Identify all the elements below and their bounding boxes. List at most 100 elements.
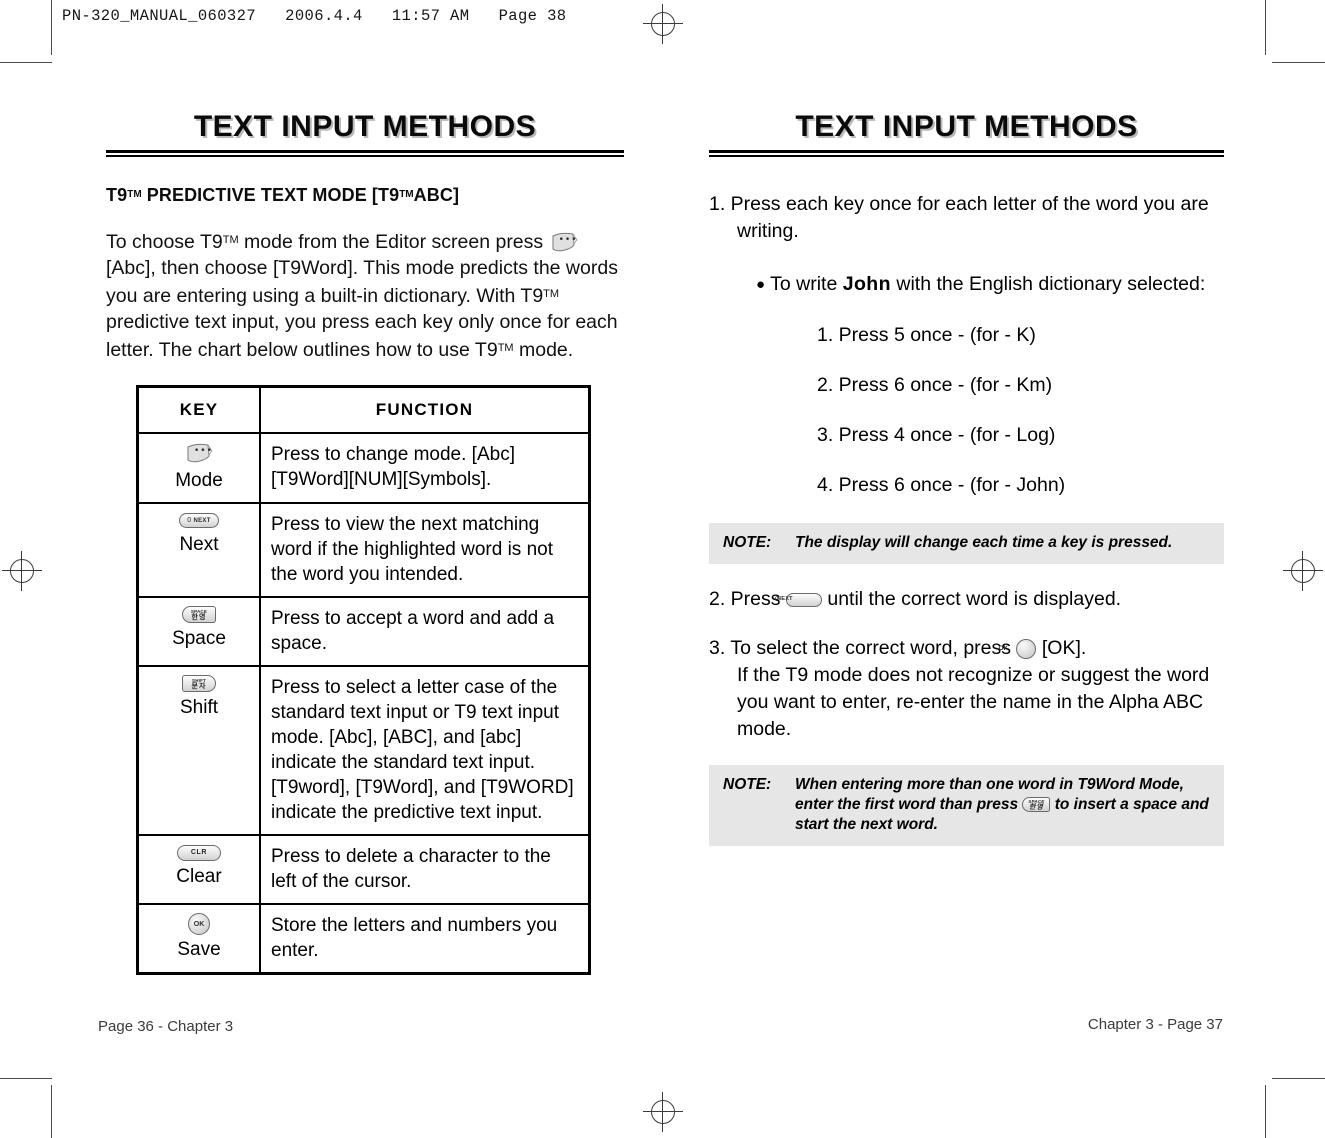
footer-right: Chapter 3 - Page 37 [1087, 1016, 1223, 1033]
crop-mark-right-vertical [1265, 0, 1266, 55]
clear-key-icon: CLR [177, 844, 221, 861]
trademark-mark: TM [497, 342, 514, 354]
space-key-main: 한영 [1028, 804, 1044, 812]
note-label: NOTE: [723, 776, 772, 793]
table-header-row: KEY FUNCTION [136, 385, 591, 434]
section-subhead: T9TM PREDICTIVE TEXT MODE [T9TMABC] [106, 185, 624, 206]
trademark-mark: TM [127, 189, 142, 200]
crop-mark-bottom-right-horizontal [1272, 1078, 1325, 1079]
registration-mark-right [1283, 551, 1323, 591]
ok-key-icon: OK [998, 638, 1037, 659]
function-cell: Store the letters and numbers you enter. [259, 903, 591, 975]
next-key-icon: 0 NEXT [775, 592, 822, 607]
crop-mark-right-horizontal [1272, 62, 1325, 63]
intro-s1: To choose T9 [106, 231, 223, 253]
function-cell: Press to change mode. [Abc][T9Word][NUM]… [259, 432, 591, 504]
sub-step-2: 2. Press 6 once - (for - Km) [817, 374, 1053, 396]
next-key-zero: 0 [187, 517, 192, 525]
table-row: SPACE 한영 Space Press to accept a word and… [136, 596, 591, 667]
mode-key-icon: ••• [549, 231, 579, 255]
manual-page-spread: PN-320_MANUAL_060327 2006.4.4 11:57 AM P… [0, 0, 1325, 1138]
sub-step-4: 4. Press 6 once - (for - John) [817, 474, 1066, 496]
trademark-mark: TM [399, 189, 414, 200]
bullet-dot: ● [756, 276, 766, 293]
function-cell: Press to delete a character to the left … [259, 834, 591, 905]
right-page-column: TEXT INPUT METHODS 1. Press each key onc… [709, 112, 1224, 846]
left-title-rule [106, 150, 624, 157]
intro-s2: mode from the Editor screen press [238, 231, 549, 253]
key-function-table: KEY FUNCTION ••• Mode Press to change mo… [136, 385, 591, 975]
key-cell-save: OK Save [136, 903, 261, 975]
table-row: OK Save Store the letters and numbers yo… [136, 903, 591, 975]
table-row: CLR Clear Press to delete a character to… [136, 834, 591, 905]
next-key-text: NEXT [193, 517, 211, 524]
trademark-mark: TM [222, 234, 239, 246]
sub-step-3: 3. Press 4 once - (for - Log) [817, 424, 1056, 446]
bullet-write-john: ● To write John with the English diction… [756, 271, 1224, 298]
key-cell-shift: SHIFT 문자 Shift [136, 665, 261, 836]
crop-mark-bottom-left-vertical [51, 1085, 52, 1138]
step-1: 1. Press each key once for each letter o… [709, 193, 1209, 242]
crop-mark-left-horizontal [0, 62, 52, 63]
note-label: NOTE: [723, 534, 772, 551]
key-label: Save [177, 939, 221, 960]
key-cell-mode: ••• Mode [136, 432, 261, 504]
intro-s3: [Abc], then choose [T9Word]. This mode p… [106, 257, 618, 307]
key-label: Shift [179, 697, 219, 718]
space-key-main: 한영 [191, 614, 207, 622]
ok-key-icon: OK [188, 913, 210, 935]
function-cell: Press to select a letter case of the sta… [259, 665, 591, 836]
bullet-bold-word: John [842, 273, 891, 295]
subhead-part3: ABC] [413, 185, 460, 205]
step2-post: until the correct word is displayed. [821, 588, 1122, 610]
note-text: When entering more than one word in T9Wo… [795, 775, 1212, 835]
intro-s5: mode. [513, 339, 574, 361]
right-page-title: TEXT INPUT METHODS [795, 110, 1138, 143]
left-page-title: TEXT INPUT METHODS [193, 110, 537, 143]
table-row: SHIFT 문자 Shift Press to select a letter c… [136, 665, 591, 836]
step3-pre: 3. To select the correct word, press [709, 637, 1017, 659]
subhead-part1: T9 [106, 185, 128, 205]
right-title-rule [709, 150, 1224, 157]
crop-mark-bottom-left-horizontal [0, 1078, 52, 1079]
table-header-function: FUNCTION [259, 385, 591, 434]
key-cell-next: 0 NEXT Next [136, 502, 261, 598]
key-label: Mode [175, 470, 223, 491]
function-cell: Press to view the next matching word if … [259, 502, 591, 598]
crop-mark-left-vertical [51, 0, 52, 55]
table-row: ••• Mode Press to change mode. [Abc][T9W… [136, 432, 591, 504]
print-slug: PN-320_MANUAL_060327 2006.4.4 11:57 AM P… [62, 7, 567, 25]
bullet-pre: To write [770, 273, 843, 295]
key-label: Clear [176, 866, 222, 887]
step-2: 2. Press 0 NEXT until the correct word is… [709, 586, 1224, 613]
key-cell-clear: CLR Clear [136, 834, 261, 905]
left-page-column: TEXT INPUT METHODS T9TM PREDICTIVE TEXT … [106, 112, 624, 975]
shift-key-icon: SHIFT 문자 [182, 675, 216, 693]
key-label: Space [172, 628, 226, 649]
ok-key-text: OK [193, 920, 205, 928]
intro-paragraph: To choose T9TM mode from the Editor scre… [106, 227, 624, 363]
mode-key-dots: ••• [194, 446, 213, 456]
registration-mark-top [643, 4, 683, 44]
trademark-mark: TM [543, 288, 560, 300]
step3-post: [OK]. [1036, 637, 1087, 659]
function-cell: Press to accept a word and add a space. [259, 596, 591, 667]
clear-key-text: CLR [190, 849, 208, 857]
step3-continuation: If the T9 mode does not recognize or sug… [737, 664, 1210, 740]
registration-mark-bottom [643, 1092, 683, 1132]
mode-key-dots: ••• [558, 234, 578, 245]
table-row: 0 NEXT Next Press to view the next matchi… [136, 502, 591, 598]
space-key-icon: SPACE 한영 [182, 606, 216, 624]
next-key-icon: 0 NEXT [179, 513, 219, 529]
mode-key-icon: ••• [184, 442, 214, 466]
key-cell-space: SPACE 한영 Space [136, 596, 261, 667]
bullet-post: with the English dictionary selected: [890, 273, 1206, 295]
sub-step-1: 1. Press 5 once - (for - K) [817, 324, 1036, 346]
registration-mark-left [2, 551, 42, 591]
note-text: The display will change each time a key … [795, 534, 1173, 551]
shift-key-main: 문자 [191, 683, 207, 691]
step-3: 3. To select the correct word, press OK … [709, 635, 1224, 743]
table-header-key: KEY [136, 385, 261, 434]
key-label: Next [179, 534, 219, 555]
note-box-1: NOTE: The display will change each time … [709, 523, 1224, 564]
